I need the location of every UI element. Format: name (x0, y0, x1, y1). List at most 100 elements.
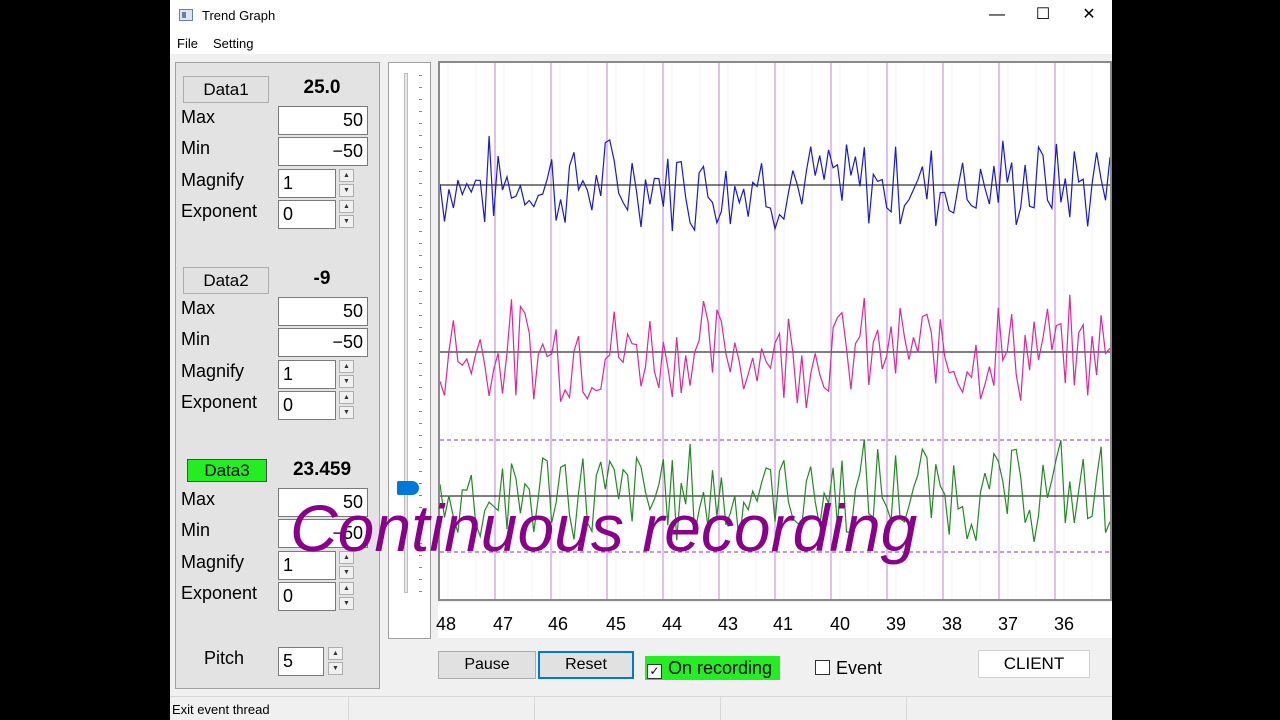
axis-tick-label: 38 (941, 614, 963, 634)
data1-magnify-stepper[interactable]: ▲ ▼ (339, 169, 354, 198)
spin-down-icon[interactable]: ▼ (339, 375, 354, 388)
event-label: Event (836, 658, 883, 678)
data3-exponent-field[interactable]: 0 (278, 582, 336, 611)
data2-magnify-stepper[interactable]: ▲ ▼ (339, 360, 354, 389)
spin-down-icon[interactable]: ▼ (339, 215, 354, 228)
data3-button[interactable]: Data3 (187, 459, 267, 482)
axis-tick-label: 46 (547, 614, 569, 634)
data3-value: 23.459 (292, 459, 352, 480)
slider-tick (419, 471, 422, 472)
data1-magnify-field[interactable]: 1 (278, 169, 336, 198)
data1-exponent-stepper[interactable]: ▲ ▼ (339, 200, 354, 229)
spin-down-icon[interactable]: ▼ (339, 597, 354, 610)
slider-tick (419, 315, 422, 316)
slider-tick (419, 123, 422, 124)
slider-tick (419, 255, 422, 256)
data1-max-label: Max (181, 107, 216, 127)
slider-tick (419, 207, 422, 208)
menu-setting[interactable]: Setting (213, 36, 253, 51)
data2-max-label: Max (181, 298, 216, 318)
client-indicator: CLIENT (978, 650, 1090, 678)
slider-tick (419, 579, 422, 580)
spin-down-icon[interactable]: ▼ (339, 566, 354, 579)
trend-graph-window: Trend Graph — ☐ ✕ File Setting Data1 25.… (170, 0, 1112, 720)
slider-tick (419, 375, 422, 376)
slider-tick (419, 399, 422, 400)
pitch-field[interactable]: 5 (278, 647, 324, 676)
data3-min-label: Min (181, 520, 211, 540)
data2-max-field[interactable]: 50 (278, 297, 368, 326)
slider-tick (419, 111, 422, 112)
axis-tick-label: 45 (605, 614, 627, 634)
slider-tick (419, 363, 422, 364)
menu-bar: File Setting (170, 32, 1112, 54)
close-button[interactable]: ✕ (1066, 0, 1112, 32)
status-segment (348, 697, 535, 720)
spin-up-icon[interactable]: ▲ (339, 200, 354, 213)
slider-tick (419, 159, 422, 160)
checkbox-unchecked-icon[interactable] (815, 660, 830, 675)
axis-tick-label: 37 (997, 614, 1019, 634)
slider-tick (419, 243, 422, 244)
data1-max-field[interactable]: 50 (278, 106, 368, 135)
data1-exponent-label: Exponent (181, 201, 258, 221)
data1-min-label: Min (181, 138, 211, 158)
data2-min-field[interactable]: −50 (278, 328, 368, 357)
slider-tick (419, 483, 422, 484)
slider-tick (419, 135, 422, 136)
slider-tick (419, 147, 422, 148)
spin-down-icon[interactable]: ▼ (328, 662, 343, 675)
spin-up-icon[interactable]: ▲ (339, 582, 354, 595)
axis-tick-label: 36 (1053, 614, 1075, 634)
channel-settings-panel: Data1 25.0 Max 50 Min −50 Magnify 1 ▲ ▼ E… (175, 62, 380, 689)
spin-up-icon[interactable]: ▲ (328, 647, 343, 660)
spin-down-icon[interactable]: ▼ (339, 184, 354, 197)
pitch-stepper[interactable]: ▲ ▼ (328, 647, 343, 676)
data1-min-field[interactable]: −50 (278, 137, 368, 166)
spin-down-icon[interactable]: ▼ (339, 406, 354, 419)
status-bar: Exit event thread (170, 696, 1112, 720)
slider-tick (419, 75, 422, 76)
status-segment (534, 697, 721, 720)
on-recording-checkbox[interactable]: ✓ On recording (645, 656, 781, 680)
slider-tick (419, 171, 422, 172)
slider-tick (419, 435, 422, 436)
checkbox-checked-icon[interactable]: ✓ (647, 664, 662, 679)
slider-tick (419, 567, 422, 568)
slider-tick (419, 447, 422, 448)
spin-up-icon[interactable]: ▲ (339, 169, 354, 182)
status-segment (720, 697, 907, 720)
slider-tick (419, 339, 422, 340)
data2-button[interactable]: Data2 (183, 267, 269, 294)
menu-file[interactable]: File (177, 36, 198, 51)
data2-exponent-label: Exponent (181, 392, 258, 412)
reset-button[interactable]: Reset (538, 651, 634, 679)
data2-exponent-stepper[interactable]: ▲ ▼ (339, 391, 354, 420)
slider-tick (419, 303, 422, 304)
window-title: Trend Graph (202, 8, 276, 23)
spin-up-icon[interactable]: ▲ (339, 391, 354, 404)
slider-tick (419, 267, 422, 268)
data3-magnify-label: Magnify (181, 552, 245, 572)
data3-exponent-stepper[interactable]: ▲ ▼ (339, 582, 354, 611)
spin-up-icon[interactable]: ▲ (339, 360, 354, 373)
minimize-button[interactable]: — (974, 0, 1020, 32)
data3-exponent-label: Exponent (181, 583, 258, 603)
data1-magnify-label: Magnify (181, 170, 245, 190)
data2-magnify-label: Magnify (181, 361, 245, 381)
slider-tick (419, 219, 422, 220)
pause-button[interactable]: Pause (438, 651, 536, 679)
slider-tick (419, 351, 422, 352)
data2-magnify-field[interactable]: 1 (278, 360, 336, 389)
data2-min-label: Min (181, 329, 211, 349)
data1-button[interactable]: Data1 (183, 76, 269, 103)
axis-tick-label: 41 (772, 614, 794, 634)
data2-exponent-field[interactable]: 0 (278, 391, 336, 420)
data1-exponent-field[interactable]: 0 (278, 200, 336, 229)
slider-tick (419, 87, 422, 88)
event-checkbox[interactable]: Event (815, 656, 882, 680)
overlay-caption: Continuous recording (290, 491, 918, 565)
maximize-button[interactable]: ☐ (1020, 0, 1066, 32)
pitch-label: Pitch (204, 648, 245, 668)
slider-tick (419, 591, 422, 592)
